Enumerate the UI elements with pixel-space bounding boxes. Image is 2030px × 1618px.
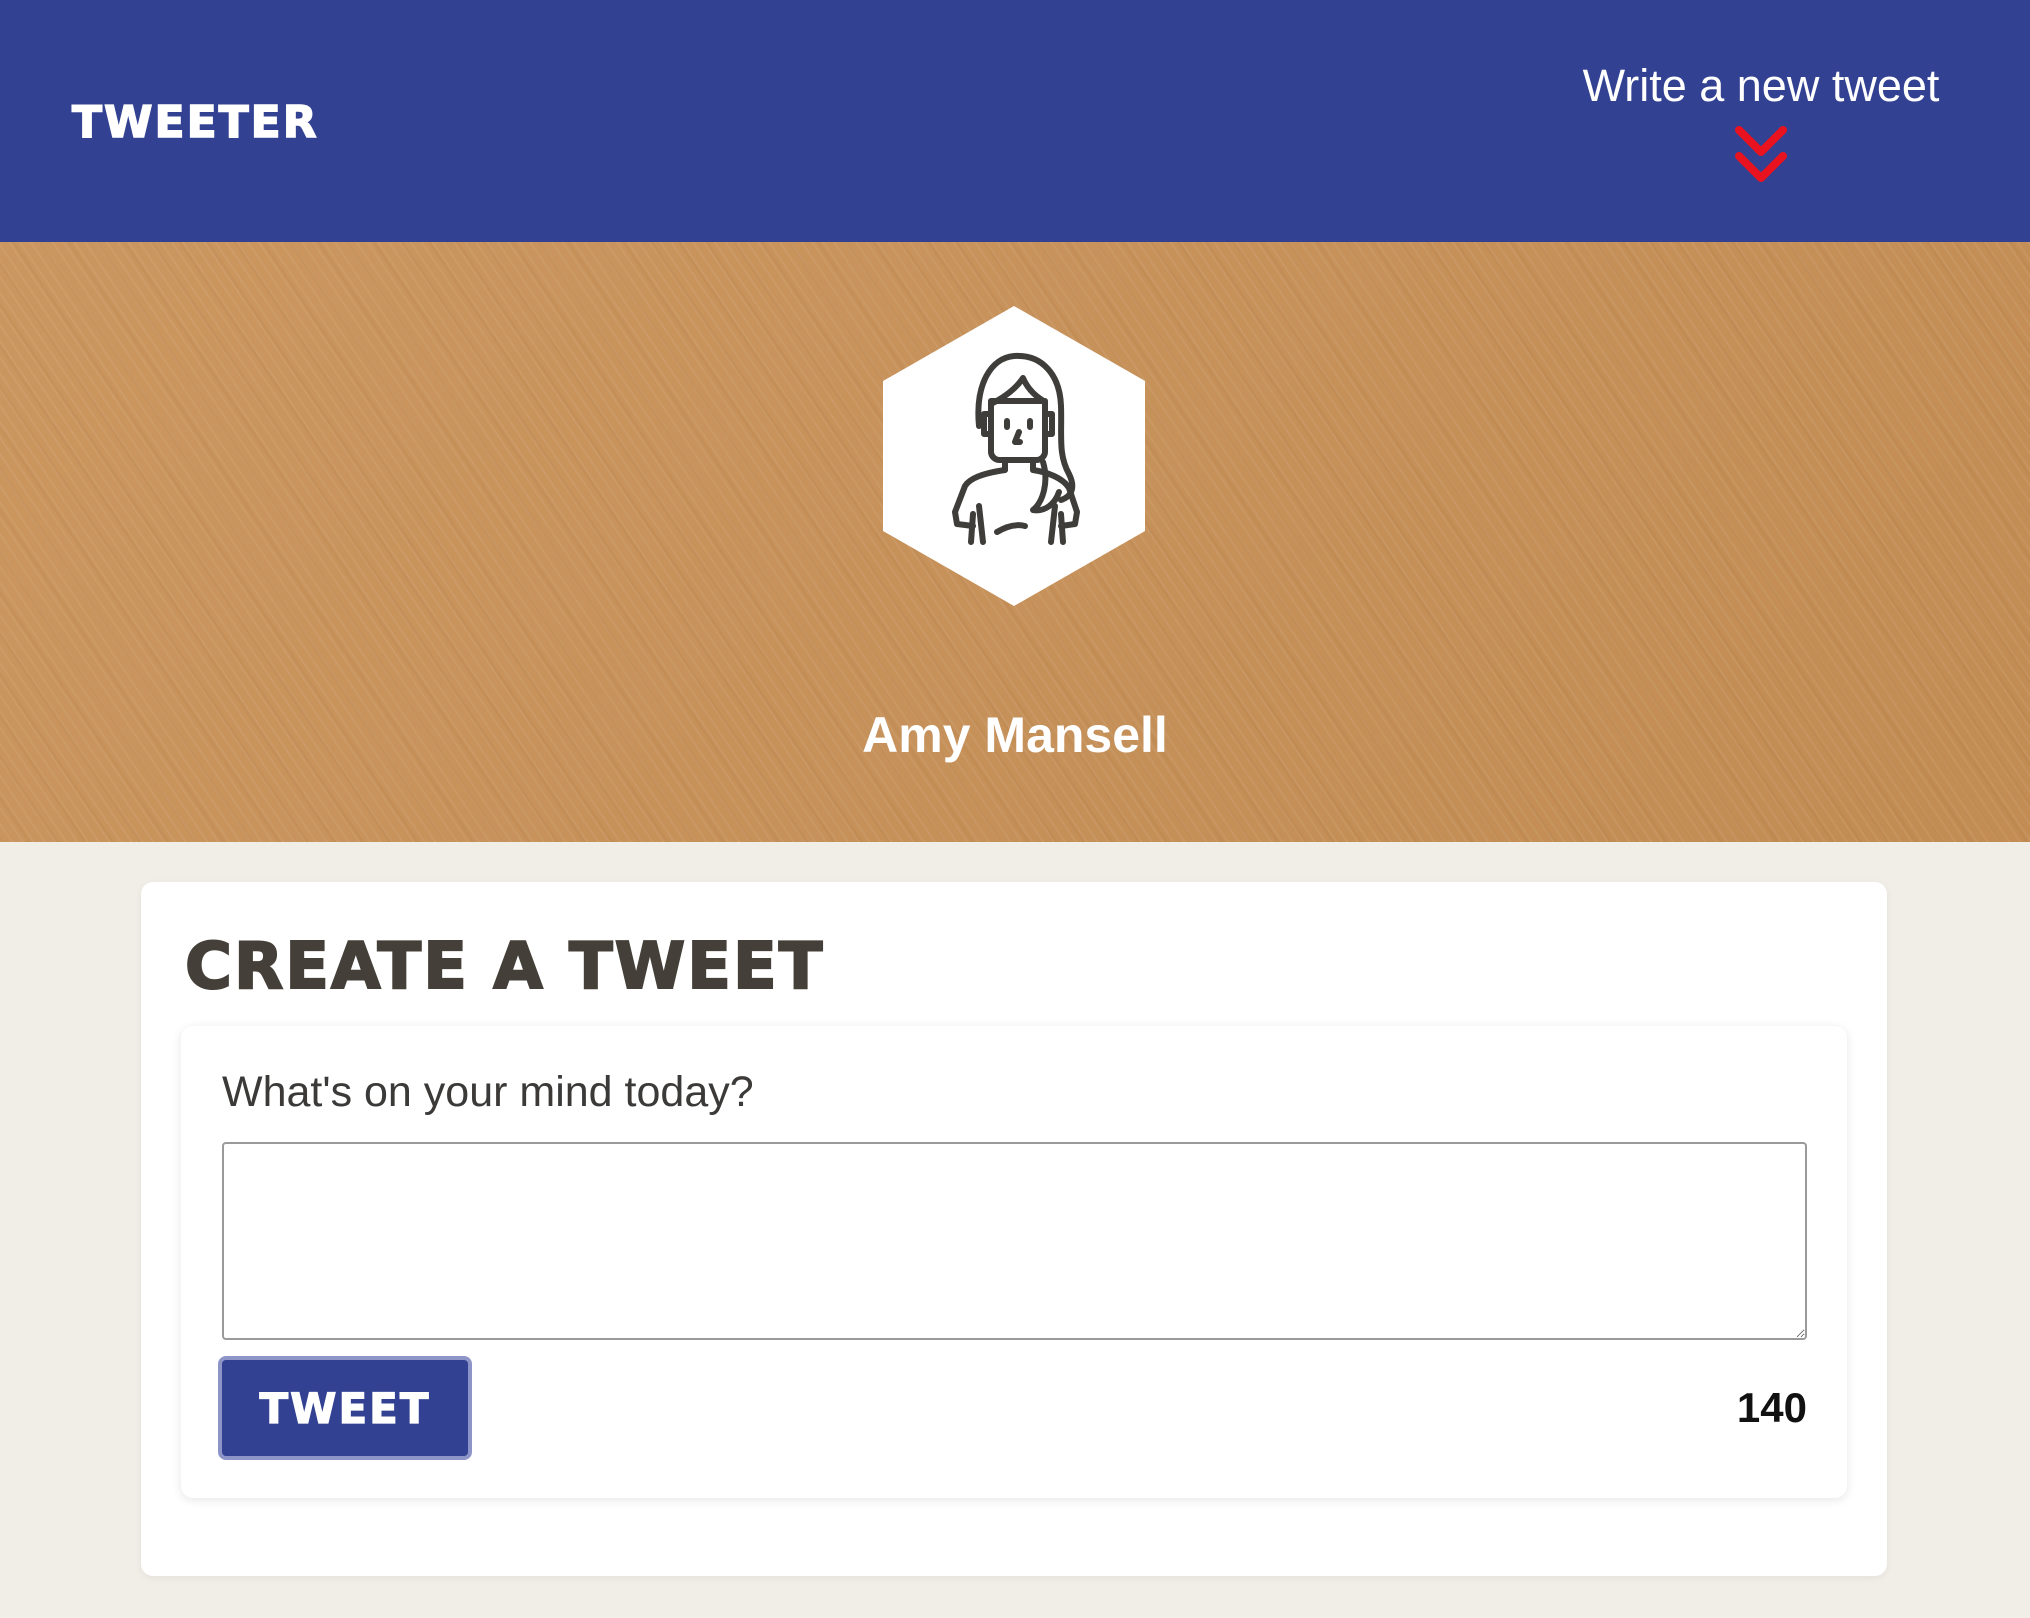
double-chevron-down-icon (1735, 126, 1787, 182)
tweet-submit-button[interactable]: TWEET (218, 1356, 472, 1460)
brand-logo: TWEETER (71, 96, 319, 149)
tweet-textarea[interactable] (222, 1142, 1807, 1340)
tweet-form: What's on your mind today? TWEET 140 (181, 1026, 1847, 1498)
create-tweet-card: CREATE A TWEET What's on your mind today… (141, 882, 1887, 1576)
write-new-tweet-link[interactable]: Write a new tweet (1566, 54, 1956, 188)
character-counter: 140 (1736, 1384, 1807, 1431)
user-avatar-icon (883, 306, 1145, 606)
user-name: Amy Mansell (862, 706, 1168, 763)
profile-header: Amy Mansell (0, 242, 2030, 842)
top-navigation-bar: TWEETER Write a new tweet (0, 0, 2030, 242)
create-tweet-heading: CREATE A TWEET (184, 929, 825, 1005)
write-new-tweet-label: Write a new tweet (1582, 60, 1940, 111)
tweet-prompt-label: What's on your mind today? (222, 1068, 754, 1116)
